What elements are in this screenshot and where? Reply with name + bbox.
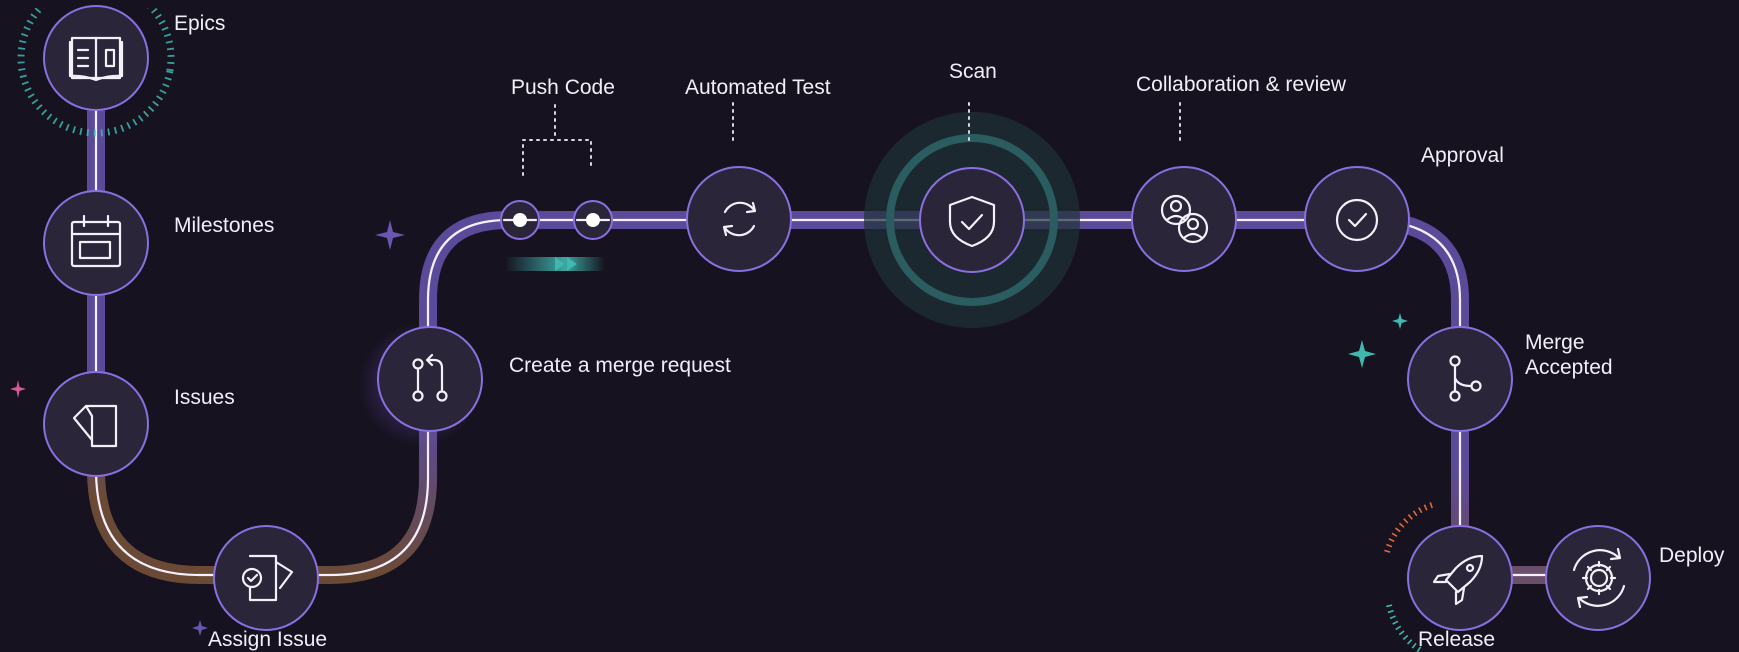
- track: [87, 46, 1600, 584]
- node-epics[interactable]: [43, 5, 149, 111]
- node-approval[interactable]: [1304, 166, 1410, 272]
- label-approval: Approval: [1421, 144, 1504, 167]
- workflow-canvas: [0, 0, 1651, 652]
- node-merge-accepted[interactable]: [1407, 326, 1513, 432]
- node-collaboration[interactable]: [1131, 166, 1237, 272]
- node-assign-issue[interactable]: [213, 525, 319, 631]
- label-milestones: Milestones: [174, 214, 275, 237]
- label-release: Release: [1418, 628, 1496, 651]
- node-release[interactable]: [1407, 525, 1513, 631]
- node-automated-test[interactable]: [686, 166, 792, 272]
- label-epics: Epics: [174, 12, 226, 35]
- label-automated-test: Automated Test: [685, 76, 831, 99]
- label-deploy: Deploy: [1659, 544, 1725, 567]
- label-push-code: Push Code: [511, 76, 615, 99]
- label-create-merge-request: Create a merge request: [509, 354, 731, 377]
- label-collaboration-review: Collaboration & review: [1136, 73, 1347, 96]
- label-issues: Issues: [174, 386, 235, 409]
- label-assign-issue: Assign Issue: [208, 628, 328, 651]
- node-deploy[interactable]: [1545, 525, 1651, 631]
- node-issues[interactable]: [43, 371, 149, 477]
- dotted-connectors: [522, 102, 1181, 176]
- node-merge-request[interactable]: [377, 326, 483, 432]
- label-scan: Scan: [949, 60, 997, 83]
- label-merge-accepted: Merge Accepted: [1525, 331, 1613, 379]
- node-milestones[interactable]: [43, 190, 149, 296]
- node-scan[interactable]: [919, 167, 1025, 273]
- workflow-diagram: Epics Milestones Issues Assign Issue Cre…: [0, 0, 1739, 652]
